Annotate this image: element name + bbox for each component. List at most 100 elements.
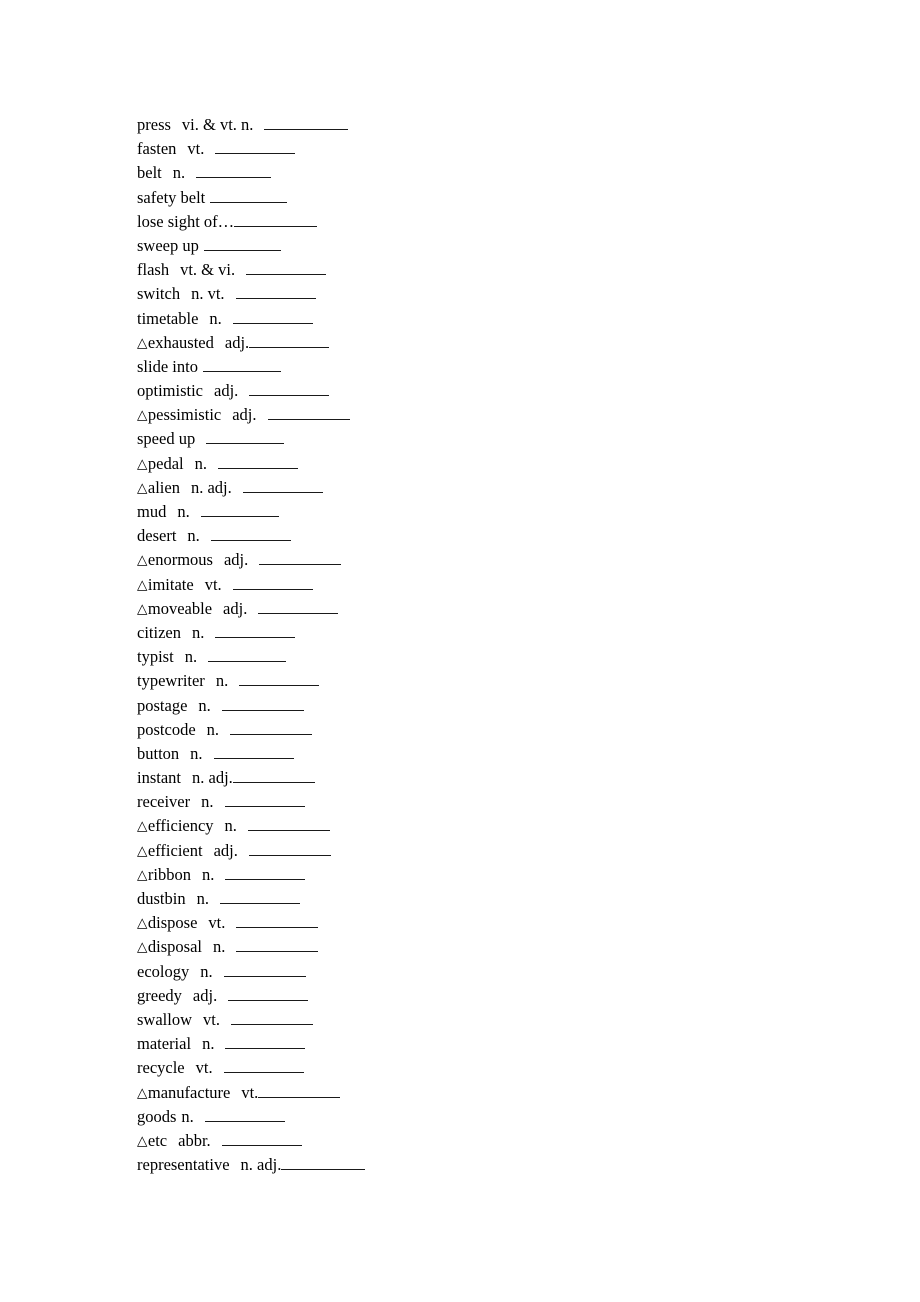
vocabulary-term: desert bbox=[137, 526, 177, 546]
answer-blank[interactable] bbox=[267, 406, 350, 421]
triangle-marker-icon: △ bbox=[137, 842, 148, 859]
answer-blank[interactable] bbox=[204, 1108, 285, 1122]
vocabulary-term: button bbox=[137, 743, 180, 763]
answer-blank[interactable] bbox=[230, 721, 313, 735]
triangle-marker-icon: △ bbox=[137, 552, 148, 569]
vocabulary-term: fasten bbox=[137, 139, 177, 159]
vocabulary-entry: safety belt bbox=[137, 186, 920, 210]
vocabulary-term: enormous bbox=[147, 550, 213, 570]
triangle-marker-icon: △ bbox=[137, 600, 148, 617]
part-of-speech-label: n. bbox=[215, 671, 229, 691]
answer-blank[interactable] bbox=[247, 817, 330, 832]
answer-blank[interactable] bbox=[218, 455, 298, 469]
vocabulary-list: press vi. & vt. n. fasten vt. belt n. safety b… bbox=[137, 113, 920, 1177]
answer-blank[interactable] bbox=[203, 237, 281, 251]
answer-blank[interactable] bbox=[232, 576, 313, 590]
vocabulary-term: lose sight of… bbox=[137, 211, 235, 231]
vocabulary-entry: △ exhausted adj. bbox=[137, 331, 920, 355]
answer-blank[interactable] bbox=[236, 914, 319, 929]
answer-blank[interactable] bbox=[215, 140, 296, 155]
answer-blank[interactable] bbox=[224, 793, 305, 808]
vocabulary-entry: postcode n. bbox=[137, 718, 920, 742]
vocabulary-term: safety belt bbox=[137, 187, 206, 207]
answer-blank[interactable] bbox=[246, 261, 327, 276]
vocabulary-term: manufacture bbox=[147, 1082, 231, 1102]
part-of-speech-label: vt. bbox=[187, 139, 205, 159]
vocabulary-entry: swallow vt. bbox=[137, 1008, 920, 1032]
answer-blank[interactable] bbox=[236, 938, 319, 953]
vocabulary-entry: slide into bbox=[137, 355, 920, 379]
vocabulary-term: pessimistic bbox=[147, 405, 222, 425]
vocabulary-entry: fasten vt. bbox=[137, 137, 920, 161]
part-of-speech-label: n. bbox=[201, 792, 214, 812]
answer-blank[interactable] bbox=[235, 285, 316, 300]
answer-blank[interactable] bbox=[232, 769, 315, 784]
answer-blank[interactable] bbox=[200, 503, 279, 517]
vocabulary-term: switch bbox=[137, 284, 181, 304]
answer-blank[interactable] bbox=[281, 1156, 366, 1171]
vocabulary-entry: dustbin n. bbox=[137, 887, 920, 911]
answer-blank[interactable] bbox=[225, 1035, 306, 1050]
answer-blank[interactable] bbox=[225, 866, 306, 880]
part-of-speech-label: adj. bbox=[223, 598, 248, 618]
triangle-marker-icon: △ bbox=[137, 1084, 148, 1101]
part-of-speech-label: n. bbox=[187, 526, 200, 546]
vocabulary-entry: postage n. bbox=[137, 694, 920, 718]
part-of-speech-label: vi. & vt. n. bbox=[181, 115, 254, 134]
vocabulary-entry: lose sight of… bbox=[137, 210, 920, 234]
vocabulary-entry: flash vt. & vi. bbox=[137, 258, 920, 282]
answer-blank[interactable] bbox=[258, 1084, 341, 1098]
answer-blank[interactable] bbox=[210, 189, 288, 203]
answer-blank[interactable] bbox=[228, 987, 309, 1001]
answer-blank[interactable] bbox=[223, 963, 306, 977]
vocabulary-term: etc bbox=[147, 1130, 168, 1150]
answer-blank[interactable] bbox=[206, 430, 285, 445]
part-of-speech-label: n. adj. bbox=[192, 768, 233, 788]
part-of-speech-label: n. vt. bbox=[191, 284, 225, 304]
vocabulary-term: typist bbox=[137, 647, 174, 667]
vocabulary-term: dispose bbox=[147, 913, 198, 933]
part-of-speech-label: n. bbox=[196, 889, 209, 908]
vocabulary-term: optimistic bbox=[137, 381, 203, 401]
answer-blank[interactable] bbox=[208, 648, 287, 663]
vocabulary-entry: belt n. bbox=[137, 161, 920, 185]
answer-blank[interactable] bbox=[248, 842, 331, 856]
answer-blank[interactable] bbox=[221, 697, 304, 711]
answer-blank[interactable] bbox=[215, 624, 296, 638]
vocabulary-entry: △ dispose vt. bbox=[137, 911, 920, 935]
answer-blank[interactable] bbox=[210, 527, 291, 542]
vocabulary-entry: desert n. bbox=[137, 524, 920, 548]
part-of-speech-label: vt. bbox=[204, 574, 222, 594]
answer-blank[interactable] bbox=[259, 551, 342, 566]
answer-blank[interactable] bbox=[234, 213, 318, 227]
vocabulary-term: material bbox=[137, 1034, 192, 1054]
triangle-marker-icon: △ bbox=[137, 939, 148, 956]
answer-blank[interactable] bbox=[239, 672, 320, 687]
answer-blank[interactable] bbox=[213, 745, 294, 759]
vocabulary-entry: mud n. bbox=[137, 500, 920, 524]
vocabulary-entry: △ pessimistic adj. bbox=[137, 403, 920, 427]
part-of-speech-label: n. bbox=[184, 647, 198, 667]
answer-blank[interactable] bbox=[249, 334, 330, 348]
answer-blank[interactable] bbox=[249, 382, 330, 397]
answer-blank[interactable] bbox=[242, 479, 323, 493]
vocabulary-entry: △ imitate vt. bbox=[137, 573, 920, 597]
vocabulary-entry: representative n. adj. bbox=[137, 1153, 920, 1177]
answer-blank[interactable] bbox=[230, 1011, 313, 1025]
vocabulary-term: mud bbox=[137, 502, 167, 521]
answer-blank[interactable] bbox=[258, 600, 339, 614]
part-of-speech-label: vt. bbox=[208, 913, 226, 933]
answer-blank[interactable] bbox=[202, 358, 281, 372]
answer-blank[interactable] bbox=[223, 1059, 304, 1074]
answer-blank[interactable] bbox=[264, 116, 349, 130]
answer-blank[interactable] bbox=[219, 890, 300, 904]
part-of-speech-label: n. bbox=[206, 719, 220, 739]
part-of-speech-label: n. bbox=[201, 864, 215, 884]
vocabulary-term: representative bbox=[137, 1155, 230, 1175]
vocabulary-term: flash bbox=[137, 260, 170, 280]
part-of-speech-label: n. bbox=[212, 937, 226, 957]
answer-blank[interactable] bbox=[221, 1132, 302, 1146]
vocabulary-term: postage bbox=[137, 695, 188, 715]
answer-blank[interactable] bbox=[232, 310, 313, 324]
answer-blank[interactable] bbox=[196, 164, 272, 179]
